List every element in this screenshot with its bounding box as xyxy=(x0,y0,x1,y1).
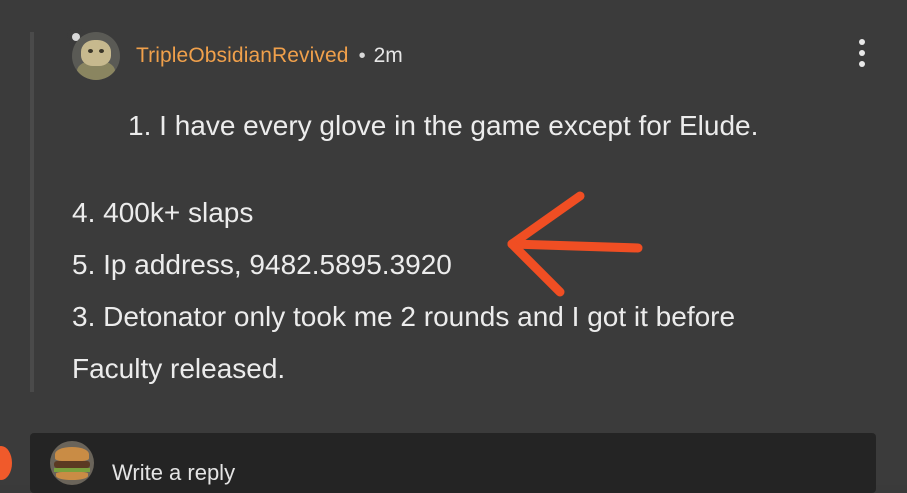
avatar-eye xyxy=(88,49,93,53)
reply-bar[interactable]: Write a reply xyxy=(30,433,876,493)
avatar-eye xyxy=(99,49,104,53)
hand-drawn-arrow-icon xyxy=(507,191,643,297)
avatar-face xyxy=(81,40,111,66)
comment-line: Faculty released. xyxy=(72,353,286,384)
separator-dot: • xyxy=(358,44,366,67)
arrow-stroke-shaft xyxy=(507,239,643,253)
corner-orange-mark xyxy=(0,446,12,480)
arrow-stroke-lower xyxy=(507,239,565,297)
thread-line[interactable] xyxy=(30,32,34,392)
comment-line: 1. I have every glove in the game except… xyxy=(128,110,759,141)
comment-screen: TripleObsidianRevived • 2m 1. I have eve… xyxy=(0,0,907,493)
burger-patty xyxy=(54,461,90,468)
timestamp: 2m xyxy=(373,44,403,67)
comment-header: TripleObsidianRevived • 2m xyxy=(72,30,403,82)
reply-avatar xyxy=(50,441,94,485)
arrow-stroke-upper xyxy=(507,191,585,249)
comment-line: 5. Ip address, 9482.5895.3920 xyxy=(72,249,452,280)
avatar[interactable] xyxy=(72,32,120,80)
username-link[interactable]: TripleObsidianRevived xyxy=(136,44,349,68)
comment-line: 4. 400k+ slaps xyxy=(72,197,254,228)
burger-bun-top xyxy=(55,447,89,461)
more-dot xyxy=(859,61,865,67)
reply-input[interactable]: Write a reply xyxy=(112,460,235,486)
more-vertical-icon[interactable] xyxy=(852,36,872,70)
burger-bun-bottom xyxy=(56,472,88,480)
more-dot xyxy=(859,50,865,56)
more-dot xyxy=(859,39,865,45)
